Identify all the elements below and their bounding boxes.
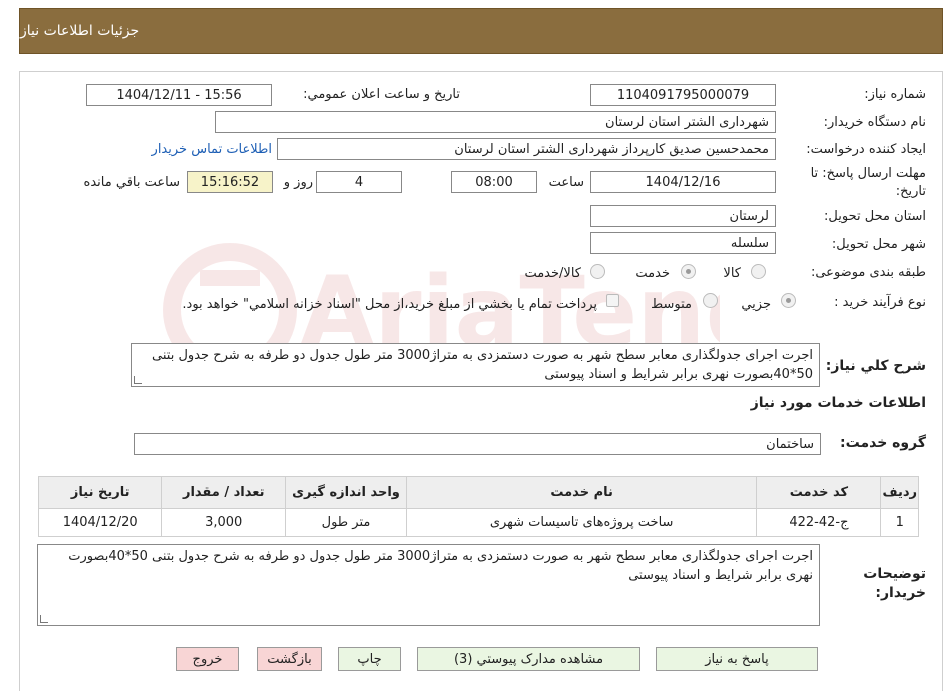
column-header-row-number: رديف [880, 476, 919, 509]
announce-field: 1404/12/11 - 15:56 [86, 84, 272, 106]
print-button[interactable]: چاپ [338, 647, 401, 671]
cell-need-date: 1404/12/20 [37, 508, 163, 537]
city-field: سلسله [590, 232, 776, 254]
reply-button[interactable]: پاسخ به نياز [656, 647, 818, 671]
province-label: استان محل تحويل: [824, 209, 926, 224]
buyer-notes-text: اجرت اجرای جدولگذاری معابر سطح شهر به صو… [68, 549, 813, 583]
process-option-minor: جزيي [741, 297, 771, 312]
table-row: 1 ج-42-422 ساخت پروژه‌های تاسیسات شهری م… [37, 508, 919, 537]
cell-service-name: ساخت پروژه‌های تاسیسات شهری [405, 508, 758, 537]
resize-handle[interactable] [134, 376, 142, 384]
process-option-medium: متوسط [651, 297, 692, 312]
services-table: رديف کد خدمت نام خدمت واحد اندازه گيری ت… [37, 476, 919, 537]
buyer-notes-label: توضيحات [863, 566, 926, 582]
remaining-time-field: 15:16:52 [187, 171, 273, 193]
buyer-notes-field: اجرت اجرای جدولگذاری معابر سطح شهر به صو… [37, 544, 820, 626]
resize-handle[interactable] [40, 615, 48, 623]
summary-field: اجرت اجرای جدولگذاری معابر سطح شهر به صو… [131, 343, 820, 387]
table-header-row: رديف کد خدمت نام خدمت واحد اندازه گيری ت… [37, 476, 919, 509]
deadline-label: مهلت ارسال پاسخ: تا [810, 166, 926, 181]
category-radio-goods[interactable] [751, 264, 766, 279]
column-header-unit: واحد اندازه گيری [285, 476, 407, 509]
category-option-service: خدمت [635, 266, 670, 281]
buyer-notes-label-2: خريدار: [875, 585, 926, 601]
summary-label: شرح کلي نياز: [825, 358, 926, 374]
category-radio-service[interactable] [681, 264, 696, 279]
service-group-label: گروه خدمت: [840, 435, 926, 451]
buyer-org-field: شهرداری الشتر استان لرستان [215, 111, 776, 133]
deadline-time-label: ساعت [548, 175, 584, 190]
deadline-time-field: 08:00 [451, 171, 537, 193]
back-button[interactable]: بازگشت [257, 647, 322, 671]
announce-label: تاريخ و ساعت اعلان عمومي: [303, 87, 460, 102]
process-radio-minor[interactable] [781, 293, 796, 308]
need-number-label: شماره نياز: [864, 87, 926, 102]
process-label: نوع فرآيند خريد : [834, 295, 926, 310]
need-number-field: 1104091795000079 [590, 84, 776, 106]
deadline-label-date: تاريخ: [895, 184, 926, 199]
column-header-need-date: تاريخ نياز [37, 476, 163, 509]
cell-unit: متر طول [285, 508, 407, 537]
column-header-quantity: تعداد / مقدار [161, 476, 287, 509]
treasury-note: پرداخت تمام يا بخشي از مبلغ خريد،از محل … [182, 297, 597, 312]
deadline-date-field: 1404/12/16 [590, 171, 776, 193]
page-title: جزئيات اطلاعات نياز [20, 23, 140, 39]
cell-quantity: 3,000 [161, 508, 287, 537]
process-radio-medium[interactable] [703, 293, 718, 308]
city-label: شهر محل تحويل: [831, 237, 926, 252]
column-header-service-code: کد خدمت [756, 476, 882, 509]
province-field: لرستان [590, 205, 776, 227]
category-radio-goods-service[interactable] [590, 264, 605, 279]
days-label: روز و [283, 175, 313, 190]
exit-button[interactable]: خروج [176, 647, 239, 671]
creator-label: ايجاد کننده درخواست: [806, 142, 926, 157]
page-header: جزئيات اطلاعات نياز [19, 8, 943, 54]
remaining-label: ساعت باقي مانده [83, 175, 180, 190]
treasury-checkbox[interactable] [606, 294, 619, 307]
category-option-goods-service: کالا/خدمت [524, 266, 581, 281]
cell-row-number: 1 [880, 508, 919, 537]
service-group-field: ساختمان [134, 433, 821, 455]
category-option-goods: کالا [723, 266, 741, 281]
creator-field: محمدحسین صدیق کارپرداز شهرداری الشتر است… [277, 138, 776, 160]
services-section-title: اطلاعات خدمات مورد نياز [750, 395, 926, 411]
summary-text: اجرت اجرای جدولگذاری معابر سطح شهر به صو… [152, 348, 813, 382]
cell-service-code: ج-42-422 [756, 508, 882, 537]
column-header-service-name: نام خدمت [405, 476, 758, 509]
days-remaining-field: 4 [316, 171, 402, 193]
buyer-org-label: نام دستگاه خريدار: [823, 115, 926, 130]
attachments-button[interactable]: مشاهده مدارک پيوستي (3) [417, 647, 640, 671]
category-label: طبقه بندی موضوعی: [810, 265, 926, 280]
contact-info-link[interactable]: اطلاعات تماس خريدار [152, 142, 272, 157]
